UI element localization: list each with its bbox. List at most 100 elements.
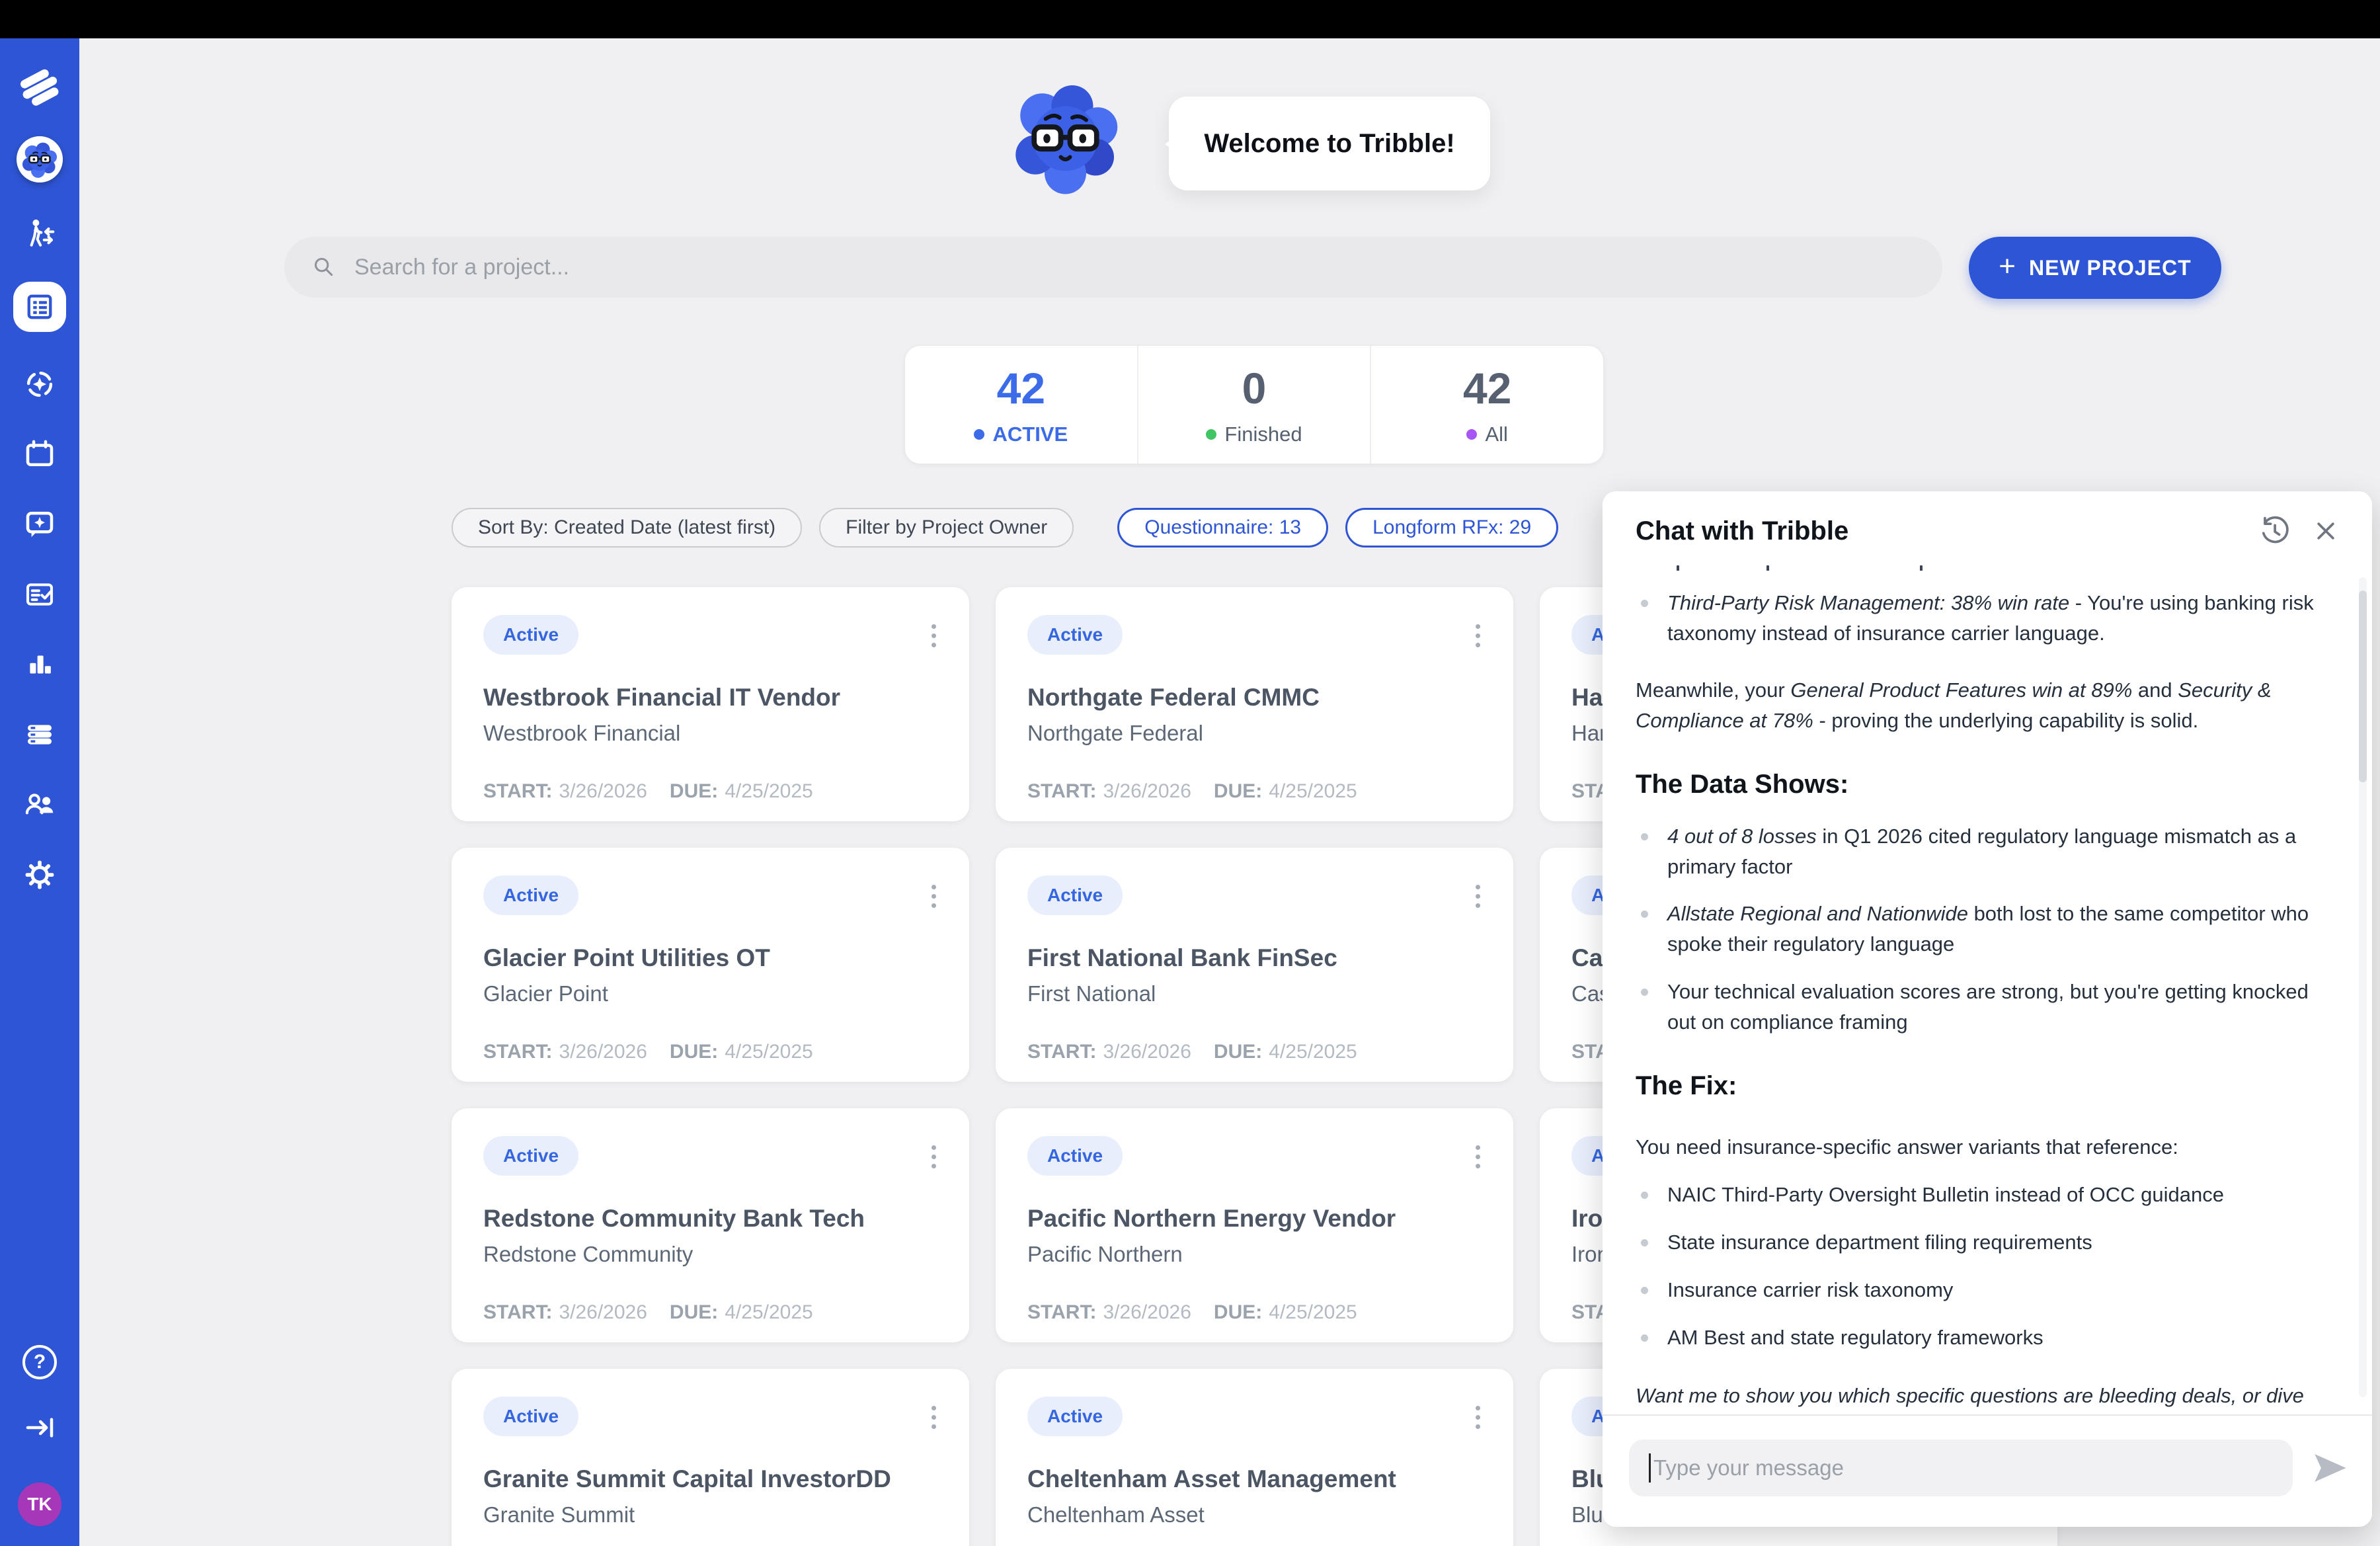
status-badge: Active — [483, 1136, 578, 1176]
chat-text-italic: Allstate Regional and Nationwide — [1667, 902, 1968, 925]
sidebar: ? TK — [0, 38, 79, 1546]
help-glyph: ? — [34, 1351, 46, 1373]
chat-message-area[interactable]: Third-Party Risk Management: 38% win rat… — [1603, 560, 2355, 1413]
project-card[interactable]: Active Northgate Federal CMMC Northgate … — [996, 587, 1513, 821]
chat-input-bar — [1603, 1414, 2372, 1527]
card-company: Redstone Community — [483, 1242, 937, 1267]
project-card[interactable]: Active Redstone Community Bank Tech Reds… — [452, 1108, 969, 1342]
help-icon[interactable]: ? — [22, 1345, 57, 1379]
project-card[interactable]: Active Granite Summit Capital InvestorDD… — [452, 1369, 969, 1546]
logout-icon[interactable] — [22, 1410, 58, 1445]
status-badge: Active — [1027, 1136, 1123, 1176]
card-title: First National Bank FinSec — [1027, 944, 1482, 972]
card-menu-icon[interactable] — [928, 1402, 940, 1433]
chat-section-heading: The Data Shows: — [1636, 765, 2335, 804]
start-label: START: — [1027, 1301, 1096, 1323]
welcome-speech-bubble: Welcome to Tribble! — [1169, 97, 1490, 190]
start-date: 3/26/2026 — [559, 1301, 647, 1323]
due-label: DUE: — [670, 1041, 718, 1063]
start-date: 3/26/2026 — [1103, 780, 1191, 802]
send-icon[interactable] — [2311, 1449, 2348, 1486]
chat-text: Insurance carrier risk taxonomy — [1667, 1278, 1953, 1301]
card-menu-icon[interactable] — [1472, 620, 1484, 651]
stat-all[interactable]: 42 All — [1370, 346, 1603, 464]
chat-text: State insurance department filing requir… — [1667, 1231, 2092, 1254]
chat-message-input[interactable] — [1653, 1455, 2273, 1481]
start-label: START: — [1027, 1041, 1096, 1063]
chat-bullet: State insurance department filing requir… — [1636, 1227, 2335, 1258]
stat-all-label: All — [1485, 423, 1507, 446]
plus-icon: + — [1999, 250, 2016, 283]
search-icon — [311, 254, 337, 280]
start-label: START: — [483, 780, 552, 802]
longform-chip[interactable]: Longform RFx: 29 — [1345, 508, 1558, 548]
project-card[interactable]: Active Pacific Northern Energy Vendor Pa… — [996, 1108, 1513, 1342]
sidebar-item-settings[interactable] — [22, 857, 58, 893]
status-badge: Active — [483, 1397, 578, 1436]
due-date: 4/25/2025 — [725, 1041, 813, 1063]
card-title: Granite Summit Capital InvestorDD — [483, 1465, 937, 1493]
card-menu-icon[interactable] — [1472, 1141, 1484, 1172]
search-input[interactable] — [354, 255, 1916, 280]
card-menu-icon[interactable] — [1472, 881, 1484, 912]
stat-finished-value: 0 — [1242, 363, 1267, 413]
due-date: 4/25/2025 — [1269, 1301, 1357, 1323]
top-window-bar — [0, 0, 2380, 38]
chat-panel: Chat with Tribble Third-Party Risk Manag… — [1603, 491, 2372, 1527]
tribble-logo-icon[interactable] — [17, 65, 62, 110]
chat-bullet: Allstate Regional and Nationwide both lo… — [1636, 899, 2335, 959]
project-card[interactable]: Active Westbrook Financial IT Vendor Wes… — [452, 587, 969, 821]
status-badge: Active — [483, 615, 578, 655]
card-title: Redstone Community Bank Tech — [483, 1205, 937, 1233]
card-menu-icon[interactable] — [928, 1141, 940, 1172]
sidebar-item-handoff[interactable] — [22, 217, 58, 253]
card-company: Glacier Point — [483, 981, 937, 1006]
status-badge: Active — [483, 875, 578, 915]
card-title: Cheltenham Asset Management — [1027, 1465, 1482, 1493]
user-avatar[interactable]: TK — [18, 1483, 61, 1526]
card-company: Granite Summit — [483, 1502, 937, 1527]
due-label: DUE: — [1214, 1041, 1262, 1063]
chat-bullet: Your technical evaluation scores are str… — [1636, 977, 2335, 1037]
start-label: START: — [483, 1041, 552, 1063]
due-date: 4/25/2025 — [1269, 780, 1357, 802]
chat-header: Chat with Tribble — [1603, 491, 2372, 561]
card-menu-icon[interactable] — [928, 620, 940, 651]
chat-bullet: NAIC Third-Party Oversight Bulletin inst… — [1636, 1180, 2335, 1210]
sort-chip[interactable]: Sort By: Created Date (latest first) — [452, 508, 802, 548]
start-label: START: — [1027, 780, 1096, 802]
tribble-mascot-avatar[interactable] — [17, 136, 63, 183]
chat-text-italic: General Product Features win at 89% — [1790, 678, 2132, 702]
project-card[interactable]: Active Cheltenham Asset Management Chelt… — [996, 1369, 1513, 1546]
sidebar-item-projects-active[interactable] — [13, 282, 66, 332]
sidebar-item-team[interactable] — [22, 787, 58, 823]
card-title: Pacific Northern Energy Vendor — [1027, 1205, 1482, 1233]
chat-close-icon[interactable] — [2309, 514, 2343, 548]
sidebar-item-data-sources[interactable] — [22, 717, 58, 753]
card-company: Westbrook Financial — [483, 721, 937, 746]
chat-bullet: 4 out of 8 losses in Q1 2026 cited regul… — [1636, 821, 2335, 882]
sidebar-item-analytics[interactable] — [22, 647, 58, 682]
card-menu-icon[interactable] — [1472, 1402, 1484, 1433]
stat-all-value: 42 — [1463, 363, 1511, 413]
questionnaire-chip[interactable]: Questionnaire: 13 — [1117, 508, 1328, 548]
stat-active-label: ACTIVE — [992, 423, 1068, 446]
chat-scrollbar-thumb[interactable] — [2359, 590, 2367, 782]
stat-finished[interactable]: 0 Finished — [1137, 346, 1370, 464]
project-search — [284, 237, 1942, 298]
stat-active[interactable]: 42 ACTIVE — [905, 346, 1137, 464]
owner-filter-chip[interactable]: Filter by Project Owner — [819, 508, 1074, 548]
welcome-message: Welcome to Tribble! — [1204, 129, 1454, 159]
new-project-button[interactable]: + NEW PROJECT — [1969, 237, 2221, 299]
chat-bullet: AM Best and state regulatory frameworks — [1636, 1322, 2335, 1353]
sidebar-item-chat-ai[interactable] — [22, 507, 58, 542]
project-card[interactable]: Active First National Bank FinSec First … — [996, 848, 1513, 1082]
card-menu-icon[interactable] — [928, 881, 940, 912]
sidebar-item-calendar[interactable] — [22, 436, 58, 472]
due-date: 4/25/2025 — [725, 780, 813, 802]
project-card[interactable]: Active Glacier Point Utilities OT Glacie… — [452, 848, 969, 1082]
chat-history-icon[interactable] — [2257, 514, 2291, 548]
sidebar-item-review-checklist[interactable] — [22, 577, 58, 612]
due-label: DUE: — [1214, 780, 1262, 802]
sidebar-item-refresh-ai[interactable] — [22, 366, 58, 402]
